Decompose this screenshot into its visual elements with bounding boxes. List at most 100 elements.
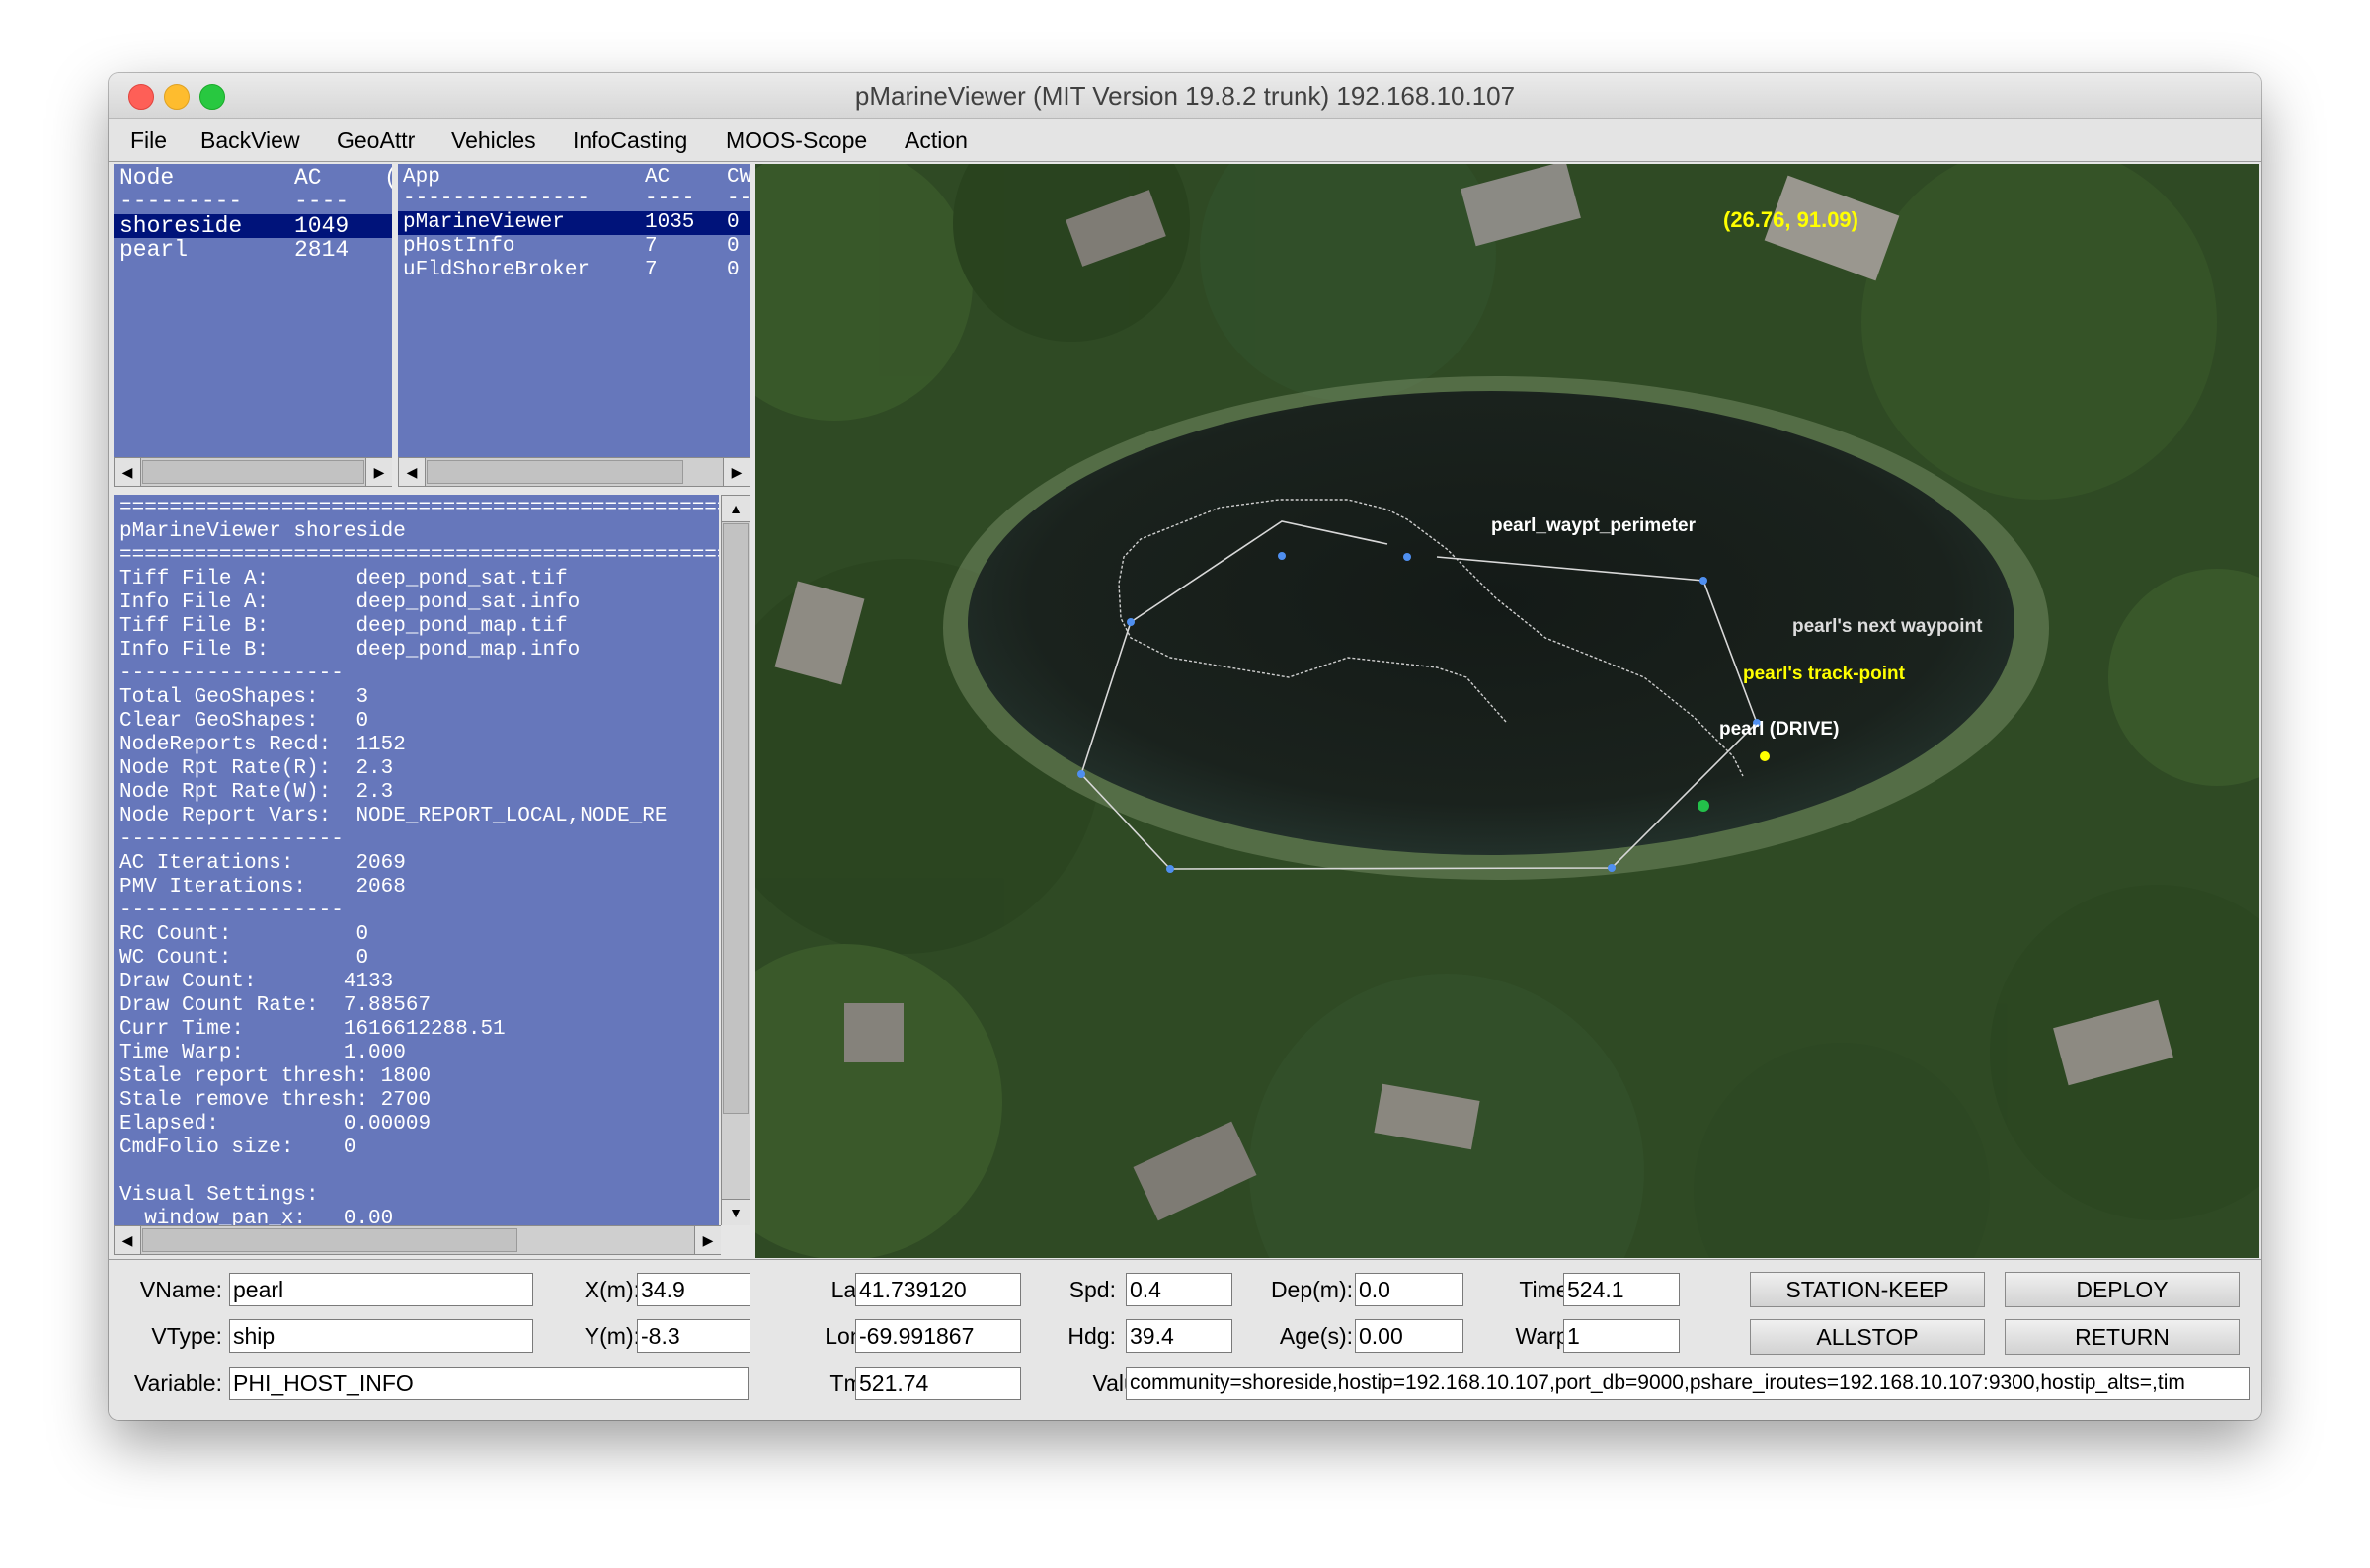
next-waypoint-marker: [1760, 751, 1770, 761]
info-line: ------------------: [119, 900, 344, 922]
cw-column-header[interactable]: CW: [727, 166, 750, 190]
waypoint-marker: [1166, 865, 1174, 873]
allstop-button[interactable]: ALLSTOP: [1750, 1319, 1985, 1355]
app-row-pmarineviewer[interactable]: pMarineViewer 1035 0: [398, 211, 750, 235]
menu-action[interactable]: Action: [905, 119, 968, 161]
info-line: Tiff File A: deep_pond_sat.tif: [119, 568, 568, 590]
window-title: pMarineViewer (MIT Version 19.8.2 trunk)…: [854, 81, 1516, 111]
scroll-right-icon[interactable]: ▶: [723, 458, 750, 486]
info-line: Info File B: deep_pond_map.info: [119, 639, 581, 662]
cw-column-header[interactable]: (: [384, 166, 392, 190]
app-window: pMarineViewer (MIT Version 19.8.2 trunk)…: [109, 73, 2261, 1420]
scroll-left-icon[interactable]: ◀: [115, 458, 141, 486]
title-bar[interactable]: pMarineViewer (MIT Version 19.8.2 trunk)…: [109, 73, 2261, 119]
time-field[interactable]: 524.1: [1563, 1273, 1680, 1306]
node-ac-value: 1049: [294, 213, 350, 239]
value-field[interactable]: community=shoreside,hostip=192.168.10.10…: [1126, 1367, 2250, 1400]
variable-label: Variable:: [133, 1371, 222, 1396]
y-label: Y(m):: [584, 1323, 640, 1349]
variable-field[interactable]: PHI_HOST_INFO: [229, 1367, 749, 1400]
info-line: Curr Time: 1616612288.51: [119, 1018, 506, 1041]
menu-moos-scope[interactable]: MOOS-Scope: [726, 119, 867, 161]
ac-column-header[interactable]: AC: [294, 166, 322, 190]
app-column-header[interactable]: App: [403, 166, 440, 190]
scroll-thumb[interactable]: [723, 523, 749, 1114]
y-field[interactable]: -8.3: [637, 1319, 750, 1353]
app-name: pHostInfo: [403, 235, 515, 258]
node-list-panel: Node AC ( --------- ---- shoreside 1049 …: [114, 164, 392, 485]
node-row-shoreside[interactable]: shoreside 1049: [114, 214, 392, 238]
tm-field[interactable]: 521.74: [855, 1367, 1021, 1400]
info-vscrollbar[interactable]: ▲ ▼: [721, 495, 750, 1225]
separator-text: ---------: [119, 189, 243, 214]
scroll-down-icon[interactable]: ▼: [722, 1199, 750, 1225]
scroll-left-icon[interactable]: ◀: [399, 458, 426, 486]
scroll-thumb[interactable]: [142, 1228, 517, 1252]
lon-field[interactable]: -69.991867: [855, 1319, 1021, 1353]
cursor-coordinates: (26.76, 91.09): [1723, 207, 1858, 232]
vtype-field[interactable]: ship: [229, 1319, 533, 1353]
spd-field[interactable]: 0.4: [1126, 1273, 1232, 1306]
menu-file[interactable]: File: [130, 119, 167, 161]
app-list-hscrollbar[interactable]: ◀ ▶: [398, 457, 750, 487]
waypoint-marker: [1608, 864, 1616, 872]
vehicle-marker[interactable]: [1698, 800, 1709, 812]
next-waypoint-label: pearl's next waypoint: [1792, 616, 1983, 637]
scroll-thumb[interactable]: [142, 460, 364, 484]
age-field[interactable]: 0.00: [1355, 1319, 1463, 1353]
waypoint-marker: [1278, 552, 1286, 560]
info-line: window_pan_x: 0.00: [119, 1208, 394, 1225]
warp-label: Warp:: [1515, 1323, 1576, 1349]
hdg-field[interactable]: 39.4: [1126, 1319, 1232, 1353]
x-field[interactable]: 34.9: [637, 1273, 750, 1306]
menu-geoattr[interactable]: GeoAttr: [337, 119, 415, 161]
warp-field[interactable]: 1: [1563, 1319, 1680, 1353]
app-row-phostinfo[interactable]: pHostInfo 7 0: [398, 235, 750, 259]
info-line: NodeReports Recd: 1152: [119, 734, 406, 756]
scroll-right-icon[interactable]: ▶: [694, 1226, 721, 1254]
app-list-header: App AC CW: [398, 166, 750, 190]
scroll-right-icon[interactable]: ▶: [365, 458, 392, 486]
info-line: Clear GeoShapes: 0: [119, 710, 369, 733]
menu-infocasting[interactable]: InfoCasting: [573, 119, 687, 161]
info-line: CmdFolio size: 0: [119, 1137, 356, 1159]
ac-column-header[interactable]: AC: [645, 166, 670, 190]
vname-field[interactable]: pearl: [229, 1273, 533, 1306]
perimeter-label: pearl_waypt_perimeter: [1491, 515, 1697, 536]
scroll-thumb[interactable]: [427, 460, 683, 484]
app-name: uFldShoreBroker: [403, 259, 591, 281]
station-keep-button[interactable]: STATION-KEEP: [1750, 1272, 1985, 1307]
hdg-label: Hdg:: [1067, 1323, 1116, 1349]
x-label: X(m):: [584, 1277, 640, 1302]
info-line: ------------------: [119, 828, 344, 851]
map-view[interactable]: (26.76, 91.09) pearl_waypt_perimeter pea…: [755, 164, 2259, 1258]
node-column-header[interactable]: Node: [119, 166, 174, 190]
satellite-map[interactable]: (26.76, 91.09) pearl_waypt_perimeter pea…: [755, 164, 2259, 1258]
return-button[interactable]: RETURN: [2005, 1319, 2240, 1355]
spd-label: Spd:: [1068, 1277, 1116, 1302]
menu-backview[interactable]: BackView: [200, 119, 300, 161]
info-line: pMarineViewer shoreside: [119, 520, 406, 543]
info-line: Stale remove thresh: 2700: [119, 1089, 432, 1112]
node-ac-value: 2814: [294, 237, 350, 263]
info-line: AC Iterations: 2069: [119, 852, 406, 875]
dep-field[interactable]: 0.0: [1355, 1273, 1463, 1306]
lat-field[interactable]: 41.739120: [855, 1273, 1021, 1306]
scroll-left-icon[interactable]: ◀: [115, 1226, 141, 1254]
separator-text: --: [727, 188, 750, 210]
info-hscrollbar[interactable]: ◀ ▶: [114, 1225, 721, 1255]
node-row-pearl[interactable]: pearl 2814: [114, 238, 392, 262]
info-line: Draw Count Rate: 7.88567: [119, 994, 432, 1017]
app-row-ufldshorebroker[interactable]: uFldShoreBroker 7 0: [398, 259, 750, 282]
vname-label: VName:: [139, 1277, 222, 1302]
scroll-up-icon[interactable]: ▲: [722, 496, 750, 522]
node-list-hscrollbar[interactable]: ◀ ▶: [114, 457, 392, 487]
deploy-button[interactable]: DEPLOY: [2005, 1272, 2240, 1307]
node-list-separator: --------- ----: [114, 190, 392, 213]
separator-text: ----: [645, 188, 695, 210]
waypoint-marker: [1077, 770, 1085, 778]
info-line: Visual Settings:: [119, 1184, 319, 1207]
app-cw-value: 0: [727, 259, 740, 281]
app-cw-value: 0: [727, 211, 740, 234]
menu-vehicles[interactable]: Vehicles: [451, 119, 536, 161]
